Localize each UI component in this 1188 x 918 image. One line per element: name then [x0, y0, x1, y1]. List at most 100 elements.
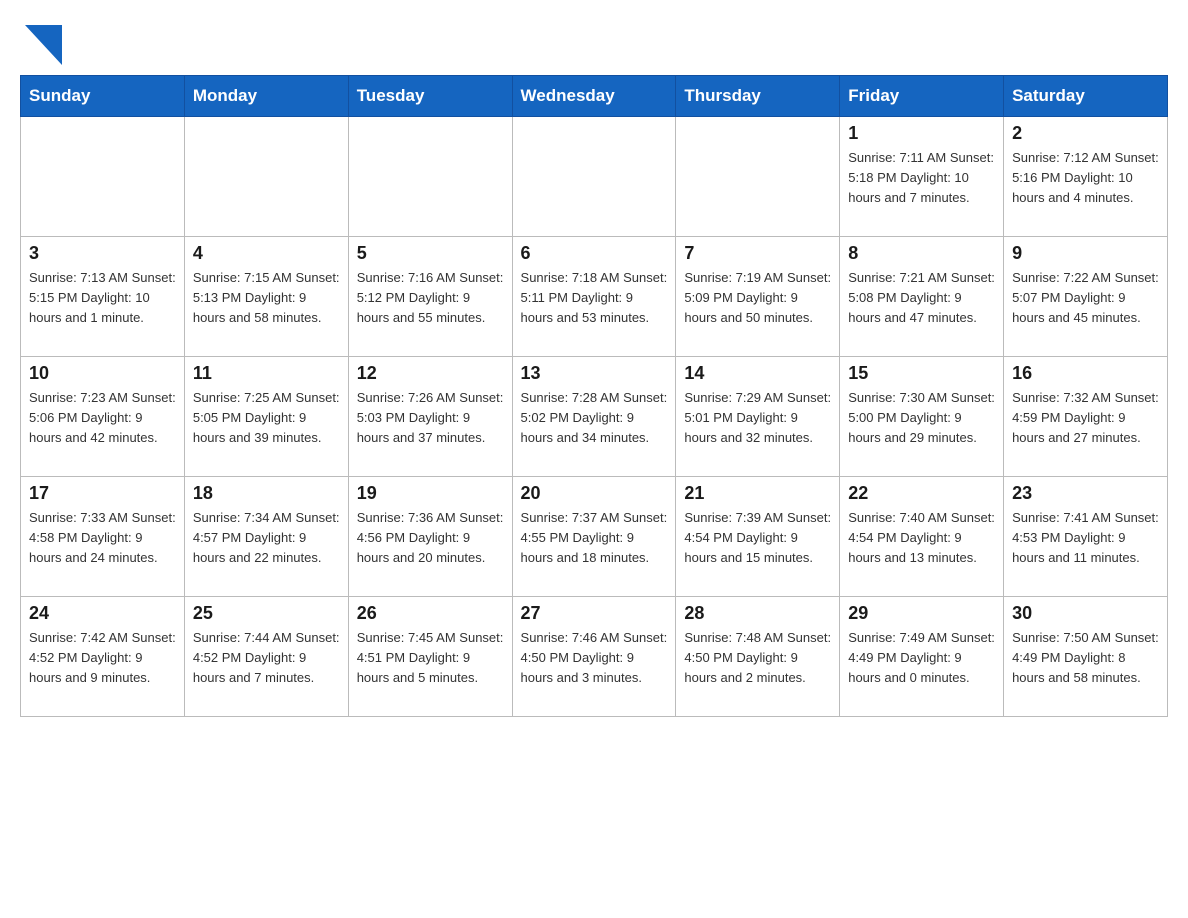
day-info: Sunrise: 7:30 AM Sunset: 5:00 PM Dayligh…: [848, 388, 995, 448]
day-info: Sunrise: 7:33 AM Sunset: 4:58 PM Dayligh…: [29, 508, 176, 568]
calendar-day-cell: 20 Sunrise: 7:37 AM Sunset: 4:55 PM Dayli…: [512, 477, 676, 597]
day-number: 10: [29, 363, 176, 384]
calendar-body: 1 Sunrise: 7:11 AM Sunset: 5:18 PM Daylig…: [21, 117, 1168, 717]
day-info: Sunrise: 7:39 AM Sunset: 4:54 PM Dayligh…: [684, 508, 831, 568]
day-number: 26: [357, 603, 504, 624]
day-info: Sunrise: 7:25 AM Sunset: 5:05 PM Dayligh…: [193, 388, 340, 448]
day-number: 18: [193, 483, 340, 504]
day-info: Sunrise: 7:42 AM Sunset: 4:52 PM Dayligh…: [29, 628, 176, 688]
day-number: 24: [29, 603, 176, 624]
calendar-day-cell: 19 Sunrise: 7:36 AM Sunset: 4:56 PM Dayli…: [348, 477, 512, 597]
calendar-day-cell: 17 Sunrise: 7:33 AM Sunset: 4:58 PM Dayli…: [21, 477, 185, 597]
calendar-day-cell: [512, 117, 676, 237]
day-info: Sunrise: 7:44 AM Sunset: 4:52 PM Dayligh…: [193, 628, 340, 688]
day-info: Sunrise: 7:22 AM Sunset: 5:07 PM Dayligh…: [1012, 268, 1159, 328]
day-info: Sunrise: 7:12 AM Sunset: 5:16 PM Dayligh…: [1012, 148, 1159, 208]
day-number: 13: [521, 363, 668, 384]
calendar-day-cell: 6 Sunrise: 7:18 AM Sunset: 5:11 PM Daylig…: [512, 237, 676, 357]
day-info: Sunrise: 7:13 AM Sunset: 5:15 PM Dayligh…: [29, 268, 176, 328]
calendar-week-row: 10 Sunrise: 7:23 AM Sunset: 5:06 PM Dayli…: [21, 357, 1168, 477]
day-info: Sunrise: 7:41 AM Sunset: 4:53 PM Dayligh…: [1012, 508, 1159, 568]
day-info: Sunrise: 7:29 AM Sunset: 5:01 PM Dayligh…: [684, 388, 831, 448]
day-info: Sunrise: 7:23 AM Sunset: 5:06 PM Dayligh…: [29, 388, 176, 448]
logo: [20, 20, 70, 57]
calendar-table: Sunday Monday Tuesday Wednesday Thursday…: [20, 75, 1168, 717]
calendar-day-cell: 14 Sunrise: 7:29 AM Sunset: 5:01 PM Dayli…: [676, 357, 840, 477]
day-number: 28: [684, 603, 831, 624]
day-info: Sunrise: 7:45 AM Sunset: 4:51 PM Dayligh…: [357, 628, 504, 688]
day-number: 30: [1012, 603, 1159, 624]
calendar-week-row: 17 Sunrise: 7:33 AM Sunset: 4:58 PM Dayli…: [21, 477, 1168, 597]
calendar-day-cell: 30Sunrise: 7:50 AM Sunset: 4:49 PM Dayli…: [1004, 597, 1168, 717]
day-number: 19: [357, 483, 504, 504]
day-info: Sunrise: 7:26 AM Sunset: 5:03 PM Dayligh…: [357, 388, 504, 448]
calendar-day-cell: 5 Sunrise: 7:16 AM Sunset: 5:12 PM Daylig…: [348, 237, 512, 357]
day-info: Sunrise: 7:11 AM Sunset: 5:18 PM Dayligh…: [848, 148, 995, 208]
logo-triangle-icon: [20, 20, 70, 75]
day-number: 22: [848, 483, 995, 504]
calendar-day-cell: 15 Sunrise: 7:30 AM Sunset: 5:00 PM Dayli…: [840, 357, 1004, 477]
calendar-day-cell: 9 Sunrise: 7:22 AM Sunset: 5:07 PM Daylig…: [1004, 237, 1168, 357]
calendar-day-cell: 29Sunrise: 7:49 AM Sunset: 4:49 PM Dayli…: [840, 597, 1004, 717]
calendar-week-row: 3 Sunrise: 7:13 AM Sunset: 5:15 PM Daylig…: [21, 237, 1168, 357]
day-info: Sunrise: 7:18 AM Sunset: 5:11 PM Dayligh…: [521, 268, 668, 328]
day-number: 1: [848, 123, 995, 144]
day-number: 8: [848, 243, 995, 264]
calendar-day-cell: 28 Sunrise: 7:48 AM Sunset: 4:50 PM Dayli…: [676, 597, 840, 717]
calendar-day-cell: 16 Sunrise: 7:32 AM Sunset: 4:59 PM Dayli…: [1004, 357, 1168, 477]
calendar-day-cell: 12Sunrise: 7:26 AM Sunset: 5:03 PM Dayli…: [348, 357, 512, 477]
calendar-day-cell: [184, 117, 348, 237]
day-info: Sunrise: 7:21 AM Sunset: 5:08 PM Dayligh…: [848, 268, 995, 328]
day-info: Sunrise: 7:37 AM Sunset: 4:55 PM Dayligh…: [521, 508, 668, 568]
calendar-day-cell: 24 Sunrise: 7:42 AM Sunset: 4:52 PM Dayli…: [21, 597, 185, 717]
header-saturday: Saturday: [1004, 76, 1168, 117]
day-info: Sunrise: 7:19 AM Sunset: 5:09 PM Dayligh…: [684, 268, 831, 328]
calendar-day-cell: 7 Sunrise: 7:19 AM Sunset: 5:09 PM Daylig…: [676, 237, 840, 357]
day-number: 5: [357, 243, 504, 264]
header-sunday: Sunday: [21, 76, 185, 117]
calendar-day-cell: 3 Sunrise: 7:13 AM Sunset: 5:15 PM Daylig…: [21, 237, 185, 357]
day-info: Sunrise: 7:34 AM Sunset: 4:57 PM Dayligh…: [193, 508, 340, 568]
calendar-day-cell: 8 Sunrise: 7:21 AM Sunset: 5:08 PM Daylig…: [840, 237, 1004, 357]
day-number: 9: [1012, 243, 1159, 264]
calendar-day-cell: [348, 117, 512, 237]
calendar-day-cell: 26 Sunrise: 7:45 AM Sunset: 4:51 PM Dayli…: [348, 597, 512, 717]
day-info: Sunrise: 7:16 AM Sunset: 5:12 PM Dayligh…: [357, 268, 504, 328]
day-info: Sunrise: 7:46 AM Sunset: 4:50 PM Dayligh…: [521, 628, 668, 688]
day-number: 23: [1012, 483, 1159, 504]
calendar-day-cell: 22 Sunrise: 7:40 AM Sunset: 4:54 PM Dayli…: [840, 477, 1004, 597]
day-info: Sunrise: 7:49 AM Sunset: 4:49 PM Dayligh…: [848, 628, 995, 688]
calendar-day-cell: 21Sunrise: 7:39 AM Sunset: 4:54 PM Dayli…: [676, 477, 840, 597]
day-number: 15: [848, 363, 995, 384]
day-number: 16: [1012, 363, 1159, 384]
day-number: 4: [193, 243, 340, 264]
calendar-day-cell: 18 Sunrise: 7:34 AM Sunset: 4:57 PM Dayli…: [184, 477, 348, 597]
header-friday: Friday: [840, 76, 1004, 117]
day-info: Sunrise: 7:36 AM Sunset: 4:56 PM Dayligh…: [357, 508, 504, 568]
header-wednesday: Wednesday: [512, 76, 676, 117]
day-info: Sunrise: 7:28 AM Sunset: 5:02 PM Dayligh…: [521, 388, 668, 448]
day-number: 14: [684, 363, 831, 384]
calendar-week-row: 24 Sunrise: 7:42 AM Sunset: 4:52 PM Dayli…: [21, 597, 1168, 717]
weekday-header-row: Sunday Monday Tuesday Wednesday Thursday…: [21, 76, 1168, 117]
day-number: 17: [29, 483, 176, 504]
header-monday: Monday: [184, 76, 348, 117]
day-number: 27: [521, 603, 668, 624]
calendar-day-cell: 27 Sunrise: 7:46 AM Sunset: 4:50 PM Dayli…: [512, 597, 676, 717]
day-number: 3: [29, 243, 176, 264]
day-number: 6: [521, 243, 668, 264]
calendar-day-cell: [21, 117, 185, 237]
calendar-day-cell: 23 Sunrise: 7:41 AM Sunset: 4:53 PM Dayli…: [1004, 477, 1168, 597]
calendar-day-cell: 1 Sunrise: 7:11 AM Sunset: 5:18 PM Daylig…: [840, 117, 1004, 237]
calendar-day-cell: 13 Sunrise: 7:28 AM Sunset: 5:02 PM Dayli…: [512, 357, 676, 477]
day-number: 20: [521, 483, 668, 504]
day-number: 11: [193, 363, 340, 384]
calendar-header: Sunday Monday Tuesday Wednesday Thursday…: [21, 76, 1168, 117]
day-info: Sunrise: 7:32 AM Sunset: 4:59 PM Dayligh…: [1012, 388, 1159, 448]
day-info: Sunrise: 7:48 AM Sunset: 4:50 PM Dayligh…: [684, 628, 831, 688]
calendar-day-cell: 10 Sunrise: 7:23 AM Sunset: 5:06 PM Dayli…: [21, 357, 185, 477]
day-number: 7: [684, 243, 831, 264]
day-info: Sunrise: 7:40 AM Sunset: 4:54 PM Dayligh…: [848, 508, 995, 568]
header-tuesday: Tuesday: [348, 76, 512, 117]
calendar-day-cell: 2Sunrise: 7:12 AM Sunset: 5:16 PM Daylig…: [1004, 117, 1168, 237]
